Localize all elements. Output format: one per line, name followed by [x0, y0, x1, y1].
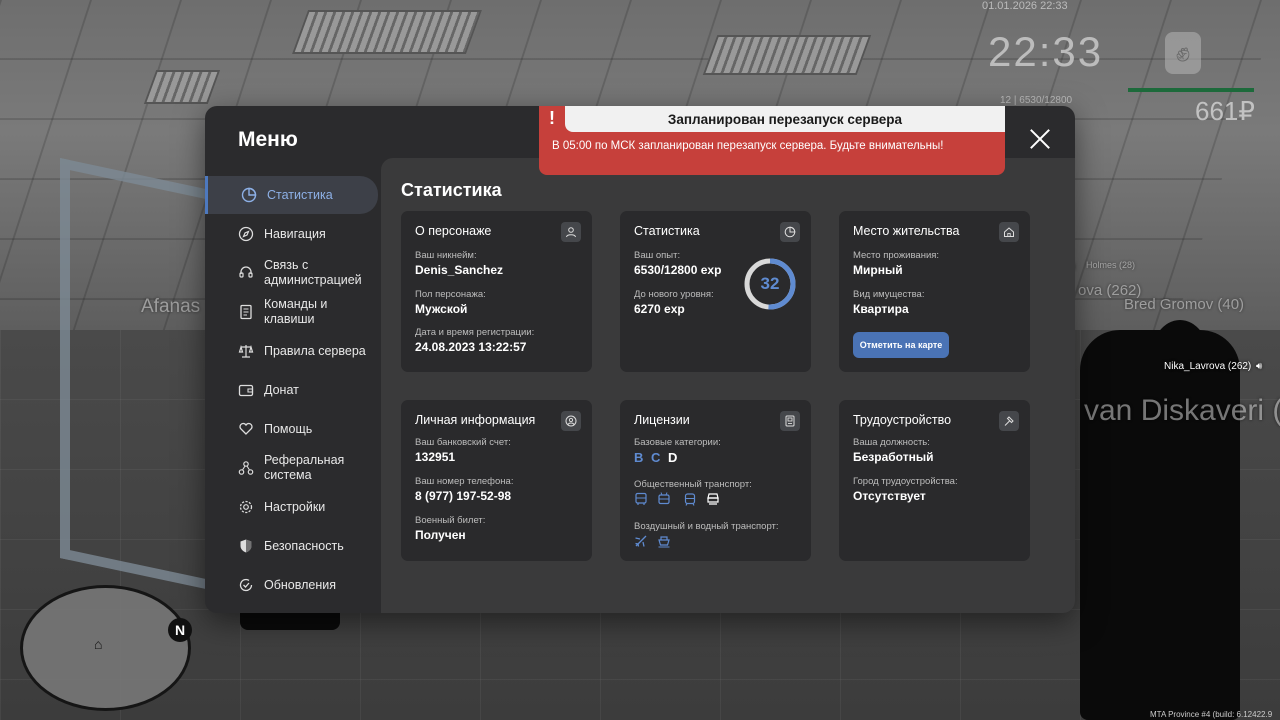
network-icon: [238, 460, 254, 476]
sidebar-item-donate[interactable]: Донат: [205, 371, 375, 409]
bank-account-value: 132951: [415, 450, 456, 464]
page-title: Статистика: [401, 180, 502, 200]
nickname-value: Denis_Sanchez: [415, 263, 504, 277]
player-name: Bred Gromov (40): [1124, 296, 1245, 313]
sidebar-item-security[interactable]: Безопасность: [205, 527, 375, 565]
card-residence: Место жительства Место проживания: Мирны…: [839, 211, 1030, 372]
level-value: 32: [760, 274, 780, 293]
north-indicator-icon: N: [168, 618, 192, 642]
license-icon: [780, 411, 800, 431]
update-icon: [238, 577, 254, 593]
property-type-value: Квартира: [853, 302, 909, 316]
wallet-icon: [238, 382, 254, 398]
position-value: Безработный: [853, 450, 934, 464]
hud-clock: 22:33: [988, 28, 1104, 75]
shield-icon: [238, 538, 254, 554]
notification-text: В 05:00 по МСК запланирован перезапуск с…: [552, 140, 944, 152]
registration-value: 24.08.2023 13:22:57: [415, 340, 527, 354]
license-category-b: B: [634, 450, 644, 465]
residence-value: Мирный: [853, 263, 903, 277]
tram-icon: [684, 493, 696, 506]
ceiling-light: [143, 70, 221, 104]
player-name: Holmes (28): [1086, 260, 1136, 270]
license-category-d: D: [668, 450, 678, 465]
compass-icon: [238, 226, 254, 242]
fist-icon: ✊︎: [1165, 32, 1201, 74]
sidebar-item-rules[interactable]: Правила сервера: [205, 332, 375, 370]
ceiling-light: [291, 10, 483, 54]
sidebar-item-admin-contact[interactable]: Связь с администрацией: [205, 254, 375, 292]
player-name: van Diskaveri (6: [1084, 394, 1280, 427]
airplane-icon: [635, 535, 647, 547]
sidebar-item-navigation[interactable]: Навигация: [205, 215, 375, 253]
gender-value: Мужской: [415, 302, 468, 316]
house-icon: [999, 222, 1019, 242]
menu-title: Меню: [238, 128, 298, 151]
card-progress: Статистика Ваш опыт: 6530/12800 exp До н…: [620, 211, 811, 372]
close-icon[interactable]: [1029, 128, 1051, 150]
door-frame: [60, 157, 220, 593]
alert-icon: !: [549, 108, 555, 128]
player-name: Afanas: [141, 296, 201, 317]
sidebar-item-statistics[interactable]: Статистика: [205, 176, 378, 214]
server-restart-notification: ! Запланирован перезапуск сервера В 05:0…: [539, 106, 1005, 175]
hud-money: 661₽: [1195, 96, 1255, 126]
trolleybus-icon: [658, 492, 670, 505]
headset-icon: [238, 265, 254, 281]
job-city-value: Отсутствует: [853, 489, 926, 503]
house-icon: ⌂: [94, 636, 103, 652]
build-info: MTA Province #4 (build: 6.12422.9: [1150, 710, 1273, 719]
player-character: [1150, 320, 1210, 400]
stats-panel: Статистика О персонаже Ваш никнейм: Deni…: [381, 158, 1075, 613]
phone-value: 8 (977) 197-52-98: [415, 489, 512, 503]
hud-exp: 12 | 6530/12800: [1000, 95, 1073, 106]
stats-icon: [241, 187, 257, 203]
sidebar-item-commands[interactable]: Команды и клавиши: [205, 293, 375, 331]
card-employment: Трудоустройство Ваша должность: Безработ…: [839, 400, 1030, 561]
heart-hands-icon: [238, 421, 254, 437]
notification-title: Запланирован перезапуск сервера: [565, 106, 1005, 132]
card-licenses: Лицензии Базовые категории: B C D Общест…: [620, 400, 811, 561]
sidebar-item-help[interactable]: Помощь: [205, 410, 375, 448]
minimap: [20, 585, 191, 711]
sidebar-item-settings[interactable]: Настройки: [205, 488, 375, 526]
stats-icon: [780, 222, 800, 242]
exp-value: 6530/12800 exp: [634, 263, 722, 277]
document-icon: [238, 304, 254, 320]
hud-date: 01.01.2026 22:33: [982, 0, 1068, 12]
player-name: Nika_Lavrova (262): [1164, 361, 1252, 372]
user-circle-icon: [561, 411, 581, 431]
sidebar-item-updates[interactable]: Обновления: [205, 566, 375, 604]
hammer-icon: [999, 411, 1019, 431]
military-id-value: Получен: [415, 528, 466, 542]
next-level-value: 6270 exp: [634, 302, 685, 316]
speaker-icon: 🔊︎: [1256, 361, 1263, 372]
user-icon: [561, 222, 581, 242]
sidebar-item-referral[interactable]: Реферальная система: [205, 449, 375, 487]
bus-icon: [635, 492, 647, 505]
mark-on-map-button[interactable]: Отметить на карте: [853, 332, 949, 358]
card-personal: Личная информация Ваш банковский счет: 1…: [401, 400, 592, 561]
card-character: О персонаже Ваш никнейм: Denis_Sanchez П…: [401, 211, 592, 372]
license-category-c: C: [651, 450, 661, 465]
health-bar: [1128, 88, 1254, 92]
boat-icon: [658, 536, 670, 548]
scales-icon: [238, 343, 254, 359]
train-icon: [707, 493, 719, 505]
menu-window: Меню Статистика Навигация Связь с админи…: [205, 106, 1075, 613]
gear-icon: [238, 499, 254, 515]
ceiling-light: [702, 35, 872, 75]
